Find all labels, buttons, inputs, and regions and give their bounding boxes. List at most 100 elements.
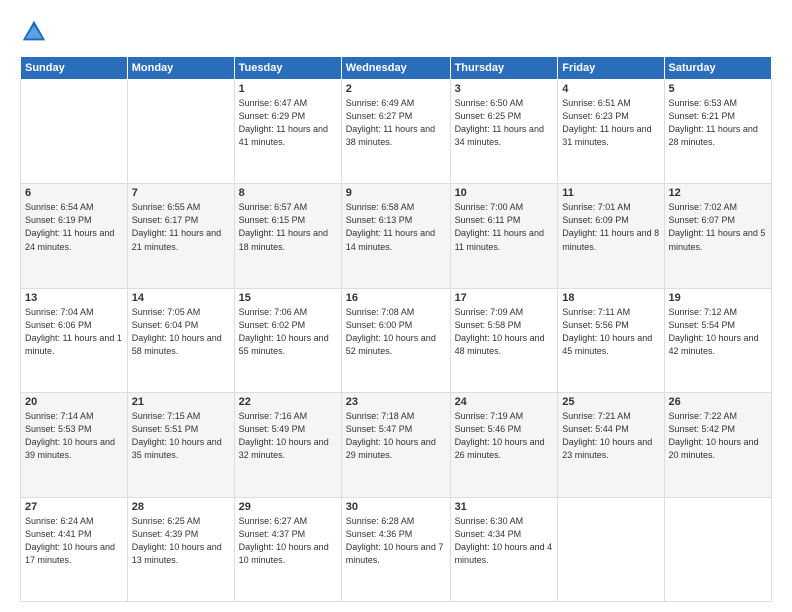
day-cell [664,497,771,601]
day-info-line: Sunset: 6:06 PM [25,319,123,332]
day-info-line: Daylight: 10 hours and 42 minutes. [669,332,767,358]
day-cell: 4Sunrise: 6:51 AMSunset: 6:23 PMDaylight… [558,80,664,184]
day-info-line: Sunrise: 7:02 AM [669,201,767,214]
day-number: 19 [669,292,767,304]
day-info-line: Daylight: 11 hours and 24 minutes. [25,227,123,253]
day-info-line: Daylight: 10 hours and 58 minutes. [132,332,230,358]
day-cell: 17Sunrise: 7:09 AMSunset: 5:58 PMDayligh… [450,288,558,392]
day-cell: 1Sunrise: 6:47 AMSunset: 6:29 PMDaylight… [234,80,341,184]
day-number: 23 [346,396,446,408]
week-row-4: 20Sunrise: 7:14 AMSunset: 5:53 PMDayligh… [21,393,772,497]
day-cell: 22Sunrise: 7:16 AMSunset: 5:49 PMDayligh… [234,393,341,497]
day-info-line: Daylight: 10 hours and 48 minutes. [455,332,554,358]
day-info-line: Sunset: 6:02 PM [239,319,337,332]
day-number: 10 [455,187,554,199]
day-info-line: Sunset: 4:41 PM [25,528,123,541]
day-cell: 31Sunrise: 6:30 AMSunset: 4:34 PMDayligh… [450,497,558,601]
day-cell: 16Sunrise: 7:08 AMSunset: 6:00 PMDayligh… [341,288,450,392]
day-number: 9 [346,187,446,199]
day-info-line: Sunrise: 7:09 AM [455,306,554,319]
day-info-line: Sunrise: 6:47 AM [239,97,337,110]
day-info-line: Sunset: 5:47 PM [346,423,446,436]
day-cell: 28Sunrise: 6:25 AMSunset: 4:39 PMDayligh… [127,497,234,601]
day-info-line: Sunrise: 7:21 AM [562,410,659,423]
day-info-line: Daylight: 11 hours and 31 minutes. [562,123,659,149]
day-info-line: Sunset: 6:00 PM [346,319,446,332]
weekday-friday: Friday [558,57,664,80]
day-info-line: Sunrise: 6:28 AM [346,515,446,528]
day-info-line: Sunrise: 6:53 AM [669,97,767,110]
day-number: 5 [669,83,767,95]
day-number: 24 [455,396,554,408]
day-number: 28 [132,501,230,513]
day-info-line: Daylight: 11 hours and 21 minutes. [132,227,230,253]
day-cell: 24Sunrise: 7:19 AMSunset: 5:46 PMDayligh… [450,393,558,497]
day-info-line: Sunrise: 6:49 AM [346,97,446,110]
day-info-line: Sunset: 6:09 PM [562,214,659,227]
day-number: 13 [25,292,123,304]
day-info-line: Sunset: 6:25 PM [455,110,554,123]
day-info-line: Sunrise: 6:57 AM [239,201,337,214]
day-cell: 8Sunrise: 6:57 AMSunset: 6:15 PMDaylight… [234,184,341,288]
day-info-line: Sunset: 5:54 PM [669,319,767,332]
page: SundayMondayTuesdayWednesdayThursdayFrid… [0,0,792,612]
weekday-monday: Monday [127,57,234,80]
day-info-line: Sunrise: 7:04 AM [25,306,123,319]
day-cell: 19Sunrise: 7:12 AMSunset: 5:54 PMDayligh… [664,288,771,392]
day-number: 17 [455,292,554,304]
day-cell: 20Sunrise: 7:14 AMSunset: 5:53 PMDayligh… [21,393,128,497]
day-cell: 26Sunrise: 7:22 AMSunset: 5:42 PMDayligh… [664,393,771,497]
day-cell: 23Sunrise: 7:18 AMSunset: 5:47 PMDayligh… [341,393,450,497]
day-info-line: Sunrise: 6:58 AM [346,201,446,214]
day-cell [127,80,234,184]
day-cell: 7Sunrise: 6:55 AMSunset: 6:17 PMDaylight… [127,184,234,288]
day-info-line: Daylight: 11 hours and 1 minute. [25,332,123,358]
day-info-line: Daylight: 11 hours and 41 minutes. [239,123,337,149]
day-cell: 11Sunrise: 7:01 AMSunset: 6:09 PMDayligh… [558,184,664,288]
week-row-3: 13Sunrise: 7:04 AMSunset: 6:06 PMDayligh… [21,288,772,392]
day-cell: 30Sunrise: 6:28 AMSunset: 4:36 PMDayligh… [341,497,450,601]
day-info-line: Daylight: 10 hours and 10 minutes. [239,541,337,567]
day-info-line: Sunset: 5:53 PM [25,423,123,436]
day-info-line: Daylight: 11 hours and 11 minutes. [455,227,554,253]
day-info-line: Sunset: 6:15 PM [239,214,337,227]
day-cell: 2Sunrise: 6:49 AMSunset: 6:27 PMDaylight… [341,80,450,184]
day-info-line: Sunrise: 6:55 AM [132,201,230,214]
day-number: 21 [132,396,230,408]
day-cell [558,497,664,601]
day-info-line: Sunrise: 6:25 AM [132,515,230,528]
day-info-line: Sunrise: 7:22 AM [669,410,767,423]
day-info-line: Sunrise: 7:08 AM [346,306,446,319]
day-info-line: Sunrise: 7:06 AM [239,306,337,319]
day-info-line: Daylight: 11 hours and 18 minutes. [239,227,337,253]
day-info-line: Daylight: 11 hours and 38 minutes. [346,123,446,149]
day-number: 25 [562,396,659,408]
day-cell: 21Sunrise: 7:15 AMSunset: 5:51 PMDayligh… [127,393,234,497]
day-info-line: Daylight: 10 hours and 32 minutes. [239,436,337,462]
day-info-line: Sunrise: 6:27 AM [239,515,337,528]
day-cell: 12Sunrise: 7:02 AMSunset: 6:07 PMDayligh… [664,184,771,288]
day-info-line: Daylight: 10 hours and 4 minutes. [455,541,554,567]
calendar-table: SundayMondayTuesdayWednesdayThursdayFrid… [20,56,772,602]
day-info-line: Daylight: 10 hours and 17 minutes. [25,541,123,567]
day-info-line: Sunrise: 6:24 AM [25,515,123,528]
week-row-5: 27Sunrise: 6:24 AMSunset: 4:41 PMDayligh… [21,497,772,601]
day-info-line: Daylight: 11 hours and 34 minutes. [455,123,554,149]
day-info-line: Sunrise: 6:54 AM [25,201,123,214]
day-info-line: Sunset: 4:39 PM [132,528,230,541]
day-info-line: Sunrise: 7:18 AM [346,410,446,423]
day-info-line: Sunset: 6:04 PM [132,319,230,332]
week-row-2: 6Sunrise: 6:54 AMSunset: 6:19 PMDaylight… [21,184,772,288]
day-cell [21,80,128,184]
day-info-line: Daylight: 10 hours and 39 minutes. [25,436,123,462]
day-info-line: Sunrise: 7:19 AM [455,410,554,423]
day-cell: 3Sunrise: 6:50 AMSunset: 6:25 PMDaylight… [450,80,558,184]
weekday-sunday: Sunday [21,57,128,80]
header [20,18,772,46]
day-info-line: Daylight: 10 hours and 35 minutes. [132,436,230,462]
day-info-line: Daylight: 10 hours and 7 minutes. [346,541,446,567]
day-info-line: Sunrise: 6:51 AM [562,97,659,110]
day-cell: 29Sunrise: 6:27 AMSunset: 4:37 PMDayligh… [234,497,341,601]
day-info-line: Daylight: 10 hours and 52 minutes. [346,332,446,358]
day-cell: 9Sunrise: 6:58 AMSunset: 6:13 PMDaylight… [341,184,450,288]
